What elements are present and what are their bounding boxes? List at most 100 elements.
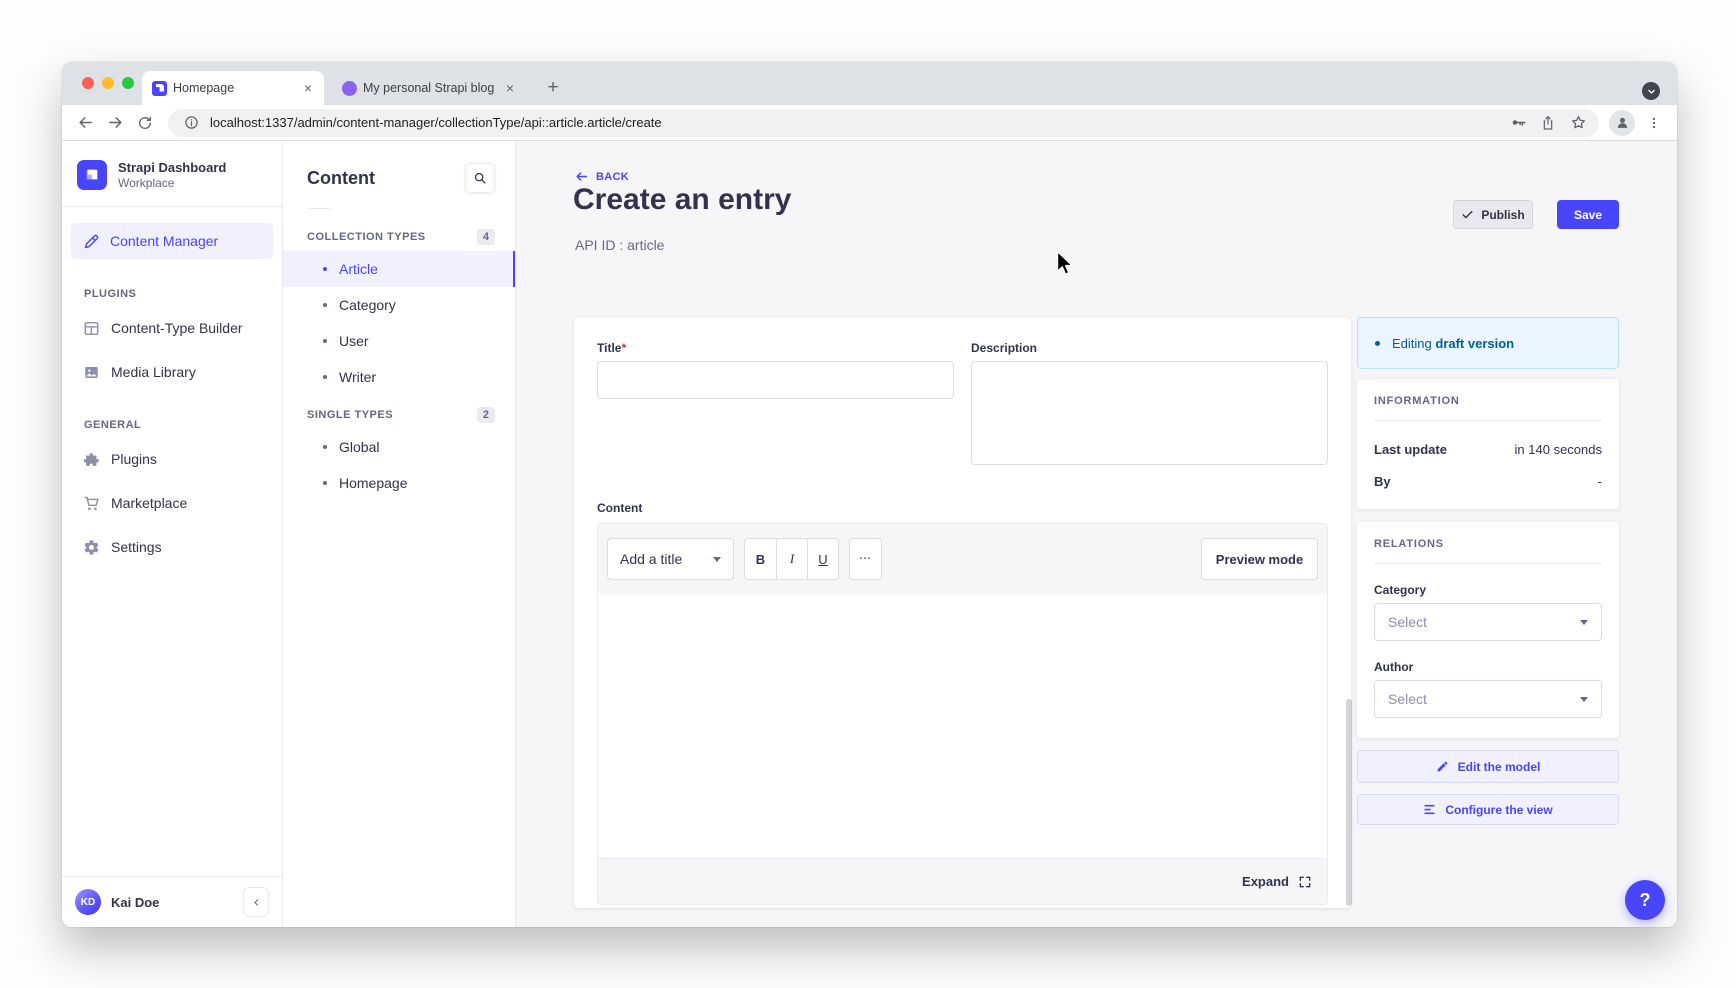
collapse-sidebar-button[interactable] [243, 887, 269, 917]
sidebar-item-marketplace[interactable]: Marketplace [71, 485, 273, 521]
bullet-icon [323, 481, 327, 485]
group-label: COLLECTION TYPES [307, 231, 426, 243]
nav-item-global[interactable]: Global [283, 429, 515, 465]
strapi-logo [77, 160, 107, 190]
nav-item-label: Writer [339, 369, 376, 385]
layout-icon [83, 320, 100, 337]
site-info-icon[interactable] [180, 112, 202, 134]
tab-title: Homepage [173, 81, 296, 95]
nav-item-user[interactable]: User [283, 323, 515, 359]
meta-panel: Editing draft version INFORMATION Last u… [1357, 317, 1619, 825]
share-icon[interactable] [1537, 112, 1559, 134]
select-placeholder: Select [1388, 614, 1427, 630]
sidebar-item-plugins[interactable]: Plugins [71, 441, 273, 477]
nav-item-label: Category [339, 297, 396, 313]
required-asterisk: * [621, 341, 626, 355]
search-tabs-button[interactable] [1642, 82, 1660, 100]
close-tab-icon[interactable]: × [504, 79, 516, 97]
strapi-favicon [152, 81, 167, 96]
forward-button[interactable] [102, 110, 128, 136]
description-textarea[interactable] [971, 361, 1328, 465]
nav-item-category[interactable]: Category [283, 287, 515, 323]
heading-select-value: Add a title [620, 551, 682, 567]
main-content: BACK Create an entry API ID : article Pu… [516, 141, 1677, 927]
nav-item-homepage[interactable]: Homepage [283, 465, 515, 501]
sidebar-item-label: Media Library [111, 364, 196, 380]
nav-item-label: User [339, 333, 369, 349]
divider [1374, 563, 1602, 564]
nav-item-label: Homepage [339, 475, 408, 491]
search-button[interactable] [465, 163, 495, 193]
back-button[interactable] [72, 110, 98, 136]
edit-model-button[interactable]: Edit the model [1357, 750, 1619, 783]
user-name: Kai Doe [111, 895, 159, 910]
expand-label: Expand [1242, 874, 1289, 889]
info-value: in 140 seconds [1515, 442, 1602, 457]
nav-item-label: Article [339, 261, 378, 277]
arrow-left-icon [575, 170, 588, 183]
card-title: RELATIONS [1374, 538, 1602, 550]
publish-button[interactable]: Publish [1453, 200, 1533, 229]
reload-button[interactable] [132, 110, 158, 136]
sidebar-item-label: Settings [111, 539, 162, 555]
preview-mode-button[interactable]: Preview mode [1201, 538, 1318, 580]
author-select[interactable]: Select [1374, 680, 1602, 718]
more-formats-button[interactable]: ... [849, 538, 882, 580]
italic-button[interactable]: I [776, 539, 807, 579]
sidebar-item-media-library[interactable]: Media Library [71, 354, 273, 390]
strapi-app: Strapi Dashboard Workplace Content Manag… [62, 141, 1677, 927]
help-button[interactable]: ? [1625, 880, 1665, 920]
workspace-switcher[interactable]: Strapi Dashboard Workplace [62, 141, 282, 207]
group-label: SINGLE TYPES [307, 409, 393, 421]
browser-window: Homepage × My personal Strapi blog | Str… [62, 62, 1677, 927]
expand-icon[interactable] [1298, 875, 1312, 889]
bullet-icon [323, 445, 327, 449]
close-tab-icon[interactable]: × [302, 79, 314, 97]
tab-homepage[interactable]: Homepage × [142, 71, 324, 105]
select-placeholder: Select [1388, 691, 1427, 707]
category-field-label: Category [1374, 583, 1602, 597]
password-key-icon[interactable] [1507, 112, 1529, 134]
editor-body[interactable] [598, 594, 1327, 858]
gear-icon [83, 539, 100, 556]
editor-footer: Expand [598, 858, 1327, 904]
save-button[interactable]: Save [1557, 200, 1619, 229]
address-bar[interactable]: localhost:1337/admin/content-manager/col… [168, 109, 1599, 137]
scrollbar-thumb[interactable] [1346, 699, 1352, 906]
info-label: By [1374, 474, 1391, 489]
nav-item-article[interactable]: Article [283, 251, 515, 287]
configure-view-button[interactable]: Configure the view [1357, 794, 1619, 825]
bookmark-star-icon[interactable] [1567, 112, 1589, 134]
minimize-window-button[interactable] [102, 77, 114, 89]
back-link[interactable]: BACK [575, 170, 629, 183]
sidebar-item-settings[interactable]: Settings [71, 529, 273, 565]
group-collection-types: COLLECTION TYPES 4 [283, 229, 515, 245]
tab-strapi-blog[interactable]: My personal Strapi blog | Strap × [334, 71, 524, 105]
bold-button[interactable]: B [745, 539, 776, 579]
title-input[interactable] [597, 361, 954, 399]
chevron-down-icon [1580, 697, 1588, 702]
card-title: INFORMATION [1374, 395, 1602, 407]
browser-profile-avatar[interactable] [1609, 110, 1635, 136]
status-text: Editing draft version [1392, 336, 1514, 351]
category-select[interactable]: Select [1374, 603, 1602, 641]
sidebar-item-content-type-builder[interactable]: Content-Type Builder [71, 310, 273, 346]
close-window-button[interactable] [82, 77, 94, 89]
heading-select[interactable]: Add a title [607, 538, 734, 580]
app-name: Strapi Dashboard [118, 160, 226, 175]
configure-view-label: Configure the view [1445, 803, 1552, 817]
editor-toolbar: Add a title B I U ... Preview mode [598, 524, 1327, 594]
content-nav-panel: Content COLLECTION TYPES 4 Article Categ… [283, 141, 516, 927]
user-profile-row[interactable]: KD Kai Doe [62, 876, 282, 927]
underline-button[interactable]: U [807, 539, 838, 579]
sidebar-item-label: Plugins [111, 451, 157, 467]
sidebar-item-label: Content Manager [110, 233, 218, 249]
nav-item-writer[interactable]: Writer [283, 359, 515, 395]
image-icon [83, 364, 100, 381]
entry-form-card: Title* Description Content Add a title [574, 318, 1351, 908]
new-tab-button[interactable]: + [540, 75, 566, 101]
browser-toolbar: localhost:1337/admin/content-manager/col… [62, 105, 1677, 141]
browser-menu-icon[interactable] [1641, 110, 1667, 136]
sidebar-item-content-manager[interactable]: Content Manager [71, 223, 273, 259]
zoom-window-button[interactable] [122, 77, 134, 89]
